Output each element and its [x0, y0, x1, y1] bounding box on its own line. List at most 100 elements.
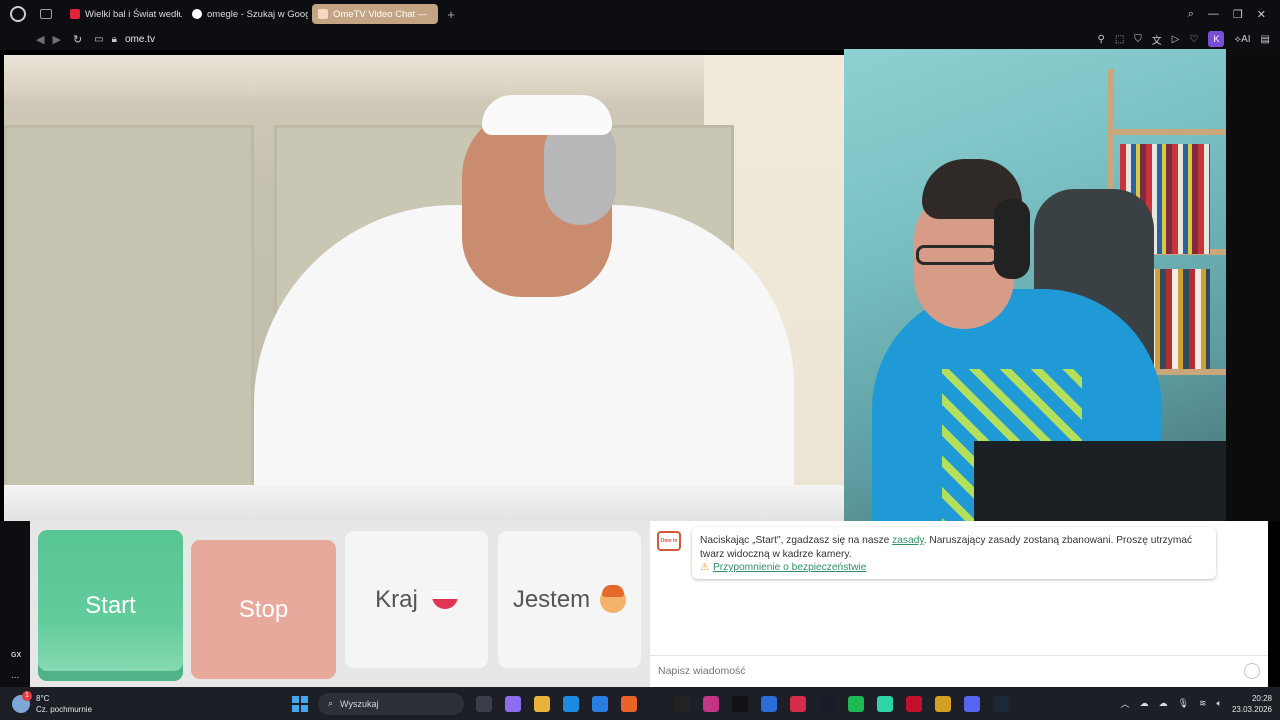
webcam-person-glasses: [916, 245, 998, 265]
wifi-icon[interactable]: ≋: [1199, 698, 1207, 709]
stop-button[interactable]: Stop: [191, 540, 336, 679]
profile-badge[interactable]: K: [1208, 31, 1225, 47]
stranger-video: [4, 55, 844, 521]
aria-ai-button[interactable]: ⟡AI: [1234, 34, 1250, 45]
clock-date: 23.03.2026: [1231, 704, 1272, 714]
taskbar-app-icon[interactable]: [993, 695, 1009, 712]
gender-label: Jestem: [512, 585, 591, 613]
restore-icon[interactable]: ❐: [1233, 8, 1243, 21]
browser-sidebar: [1226, 49, 1280, 521]
chat-system-message: Naciskając „Start", zgadzasz się na nasz…: [692, 527, 1216, 579]
emoji-picker-icon[interactable]: [1244, 662, 1260, 679]
volume-icon[interactable]: 🔈︎: [1217, 698, 1222, 709]
clock[interactable]: 20:28 23.03.2026: [1232, 693, 1272, 715]
new-tab-button[interactable]: +: [444, 7, 458, 22]
gx-corner-button[interactable]: GX: [11, 652, 21, 659]
pin-icon[interactable]: ⚲: [1098, 34, 1105, 45]
taskbar-app-icon[interactable]: [563, 695, 579, 712]
taskbar-app-icon[interactable]: [674, 695, 690, 712]
gender-selector-button[interactable]: Jestem: [498, 531, 641, 668]
taskbar-app-icon[interactable]: [761, 695, 777, 712]
search-tabs-icon[interactable]: ⌕: [1188, 8, 1194, 21]
taskbar-app-icon[interactable]: [848, 695, 864, 712]
ometv-logo-icon: Ome tv: [657, 531, 681, 551]
close-window-icon[interactable]: ✕: [1257, 8, 1266, 21]
windows-start-icon[interactable]: [292, 695, 308, 712]
boy-emoji-icon: [600, 584, 627, 613]
tab-youtube[interactable]: Wielki bal i Świat według K: [64, 4, 182, 24]
taskbar-app-icon[interactable]: [621, 695, 637, 712]
tab-ometv[interactable]: OmeTV Video Chat —: [312, 4, 438, 24]
taskbar-app-icon[interactable]: [935, 695, 951, 712]
desk: [974, 441, 1226, 521]
tab-label: omegle - Szukaj w Google: [207, 8, 308, 20]
opera-logo-icon[interactable]: [10, 6, 26, 22]
video-vehicle: [4, 485, 844, 521]
lock-icon[interactable]: 🔒︎: [112, 34, 117, 45]
microphone-icon[interactable]: 🎙︎: [1178, 698, 1189, 709]
translate-icon[interactable]: 文: [1152, 32, 1162, 47]
notification-badge: 1: [22, 690, 32, 701]
headphones: [994, 199, 1030, 279]
taskbar-app-icon[interactable]: [790, 695, 806, 712]
pinned-apps: [476, 695, 1009, 712]
taskbar-app-icon[interactable]: [877, 695, 893, 712]
search-placeholder: Wyszukaj: [340, 698, 379, 709]
ai-label: AI: [1241, 33, 1251, 45]
system-tray: ︿ ☁ ☁ 🎙︎ ≋ 🔈︎ 20:28 23.03.2026: [1121, 693, 1272, 715]
taskbar-app-icon[interactable]: [505, 695, 521, 712]
shield-icon[interactable]: ⛉: [1134, 34, 1142, 45]
taskbar-app-icon[interactable]: [476, 695, 492, 712]
taskbar-app-icon[interactable]: [906, 695, 922, 712]
taskbar-search[interactable]: ⌕ Wyszukaj: [318, 692, 464, 715]
tab-google[interactable]: omegle - Szukaj w Google: [186, 4, 308, 24]
minimize-icon[interactable]: —: [1208, 8, 1219, 20]
warning-icon: ⚠: [700, 562, 709, 573]
notice-text: Naciskając „Start", zgadzasz się na nasz…: [700, 535, 893, 546]
taskbar-app-icon[interactable]: [964, 695, 980, 712]
own-webcam-video: [844, 49, 1226, 521]
weather-temp: 8°C: [36, 693, 50, 703]
browser-left-sidebar: [0, 521, 30, 687]
start-button[interactable]: Start: [38, 530, 183, 681]
play-icon[interactable]: ▷: [1172, 34, 1180, 45]
video-person-cap: [482, 95, 612, 135]
taskbar-app-icon[interactable]: [534, 695, 550, 712]
taskbar-app-icon[interactable]: [703, 695, 719, 712]
chat-input-bar: [650, 655, 1268, 685]
safety-reminder-link[interactable]: Przypomnienie o bezpieczeństwie: [713, 562, 866, 573]
country-label: Kraj: [375, 585, 418, 613]
weather-widget[interactable]: 1 8°C Cz. pochmurnie: [12, 690, 112, 715]
rules-link[interactable]: zasady: [892, 535, 924, 546]
ometv-favicon-icon: [318, 9, 328, 19]
forward-icon[interactable]: ▶: [52, 33, 60, 46]
snapshot-icon[interactable]: ⬚: [1115, 34, 1124, 45]
more-options-button[interactable]: ...: [11, 670, 19, 681]
taskbar-app-icon[interactable]: [592, 695, 608, 712]
taskbar-app-icon[interactable]: [819, 695, 835, 712]
taskbar-app-icon[interactable]: [732, 695, 748, 712]
tab-label: Wielki bal i Świat według K: [85, 8, 182, 20]
camera-icon[interactable]: ▭: [94, 34, 103, 45]
control-panel: Start Stop Kraj Jestem Ome tv Naciskając…: [30, 521, 1268, 687]
tab-label: OmeTV Video Chat —: [333, 8, 428, 20]
tab-overview-icon[interactable]: [40, 9, 52, 19]
poland-flag-icon: [431, 590, 458, 609]
cloud-icon: 1: [12, 690, 32, 713]
url-text[interactable]: ome.tv: [125, 34, 155, 45]
onedrive-icon[interactable]: ☁: [1159, 698, 1168, 709]
google-favicon-icon: [192, 9, 202, 19]
reload-icon[interactable]: ↻: [73, 33, 82, 46]
sidebar-toggle-icon[interactable]: ▤: [1261, 34, 1270, 45]
back-icon[interactable]: ◀: [36, 33, 44, 46]
clock-time: 20:28: [1251, 693, 1272, 703]
youtube-favicon-icon: [70, 9, 80, 19]
chat-panel: Ome tv Naciskając „Start", zgadzasz się …: [650, 521, 1268, 687]
country-selector-button[interactable]: Kraj: [345, 531, 488, 668]
windows-taskbar: 1 8°C Cz. pochmurnie ⌕ Wyszukaj ︿ ☁ ☁ 🎙︎…: [0, 687, 1280, 720]
chevron-up-icon[interactable]: ︿: [1121, 697, 1130, 710]
message-input[interactable]: [658, 664, 1244, 677]
heart-icon[interactable]: ♡: [1190, 34, 1199, 45]
network-icon[interactable]: ☁: [1140, 698, 1149, 709]
browser-tab-bar: Wielki bal i Świat według K omegle - Szu…: [0, 0, 1280, 28]
